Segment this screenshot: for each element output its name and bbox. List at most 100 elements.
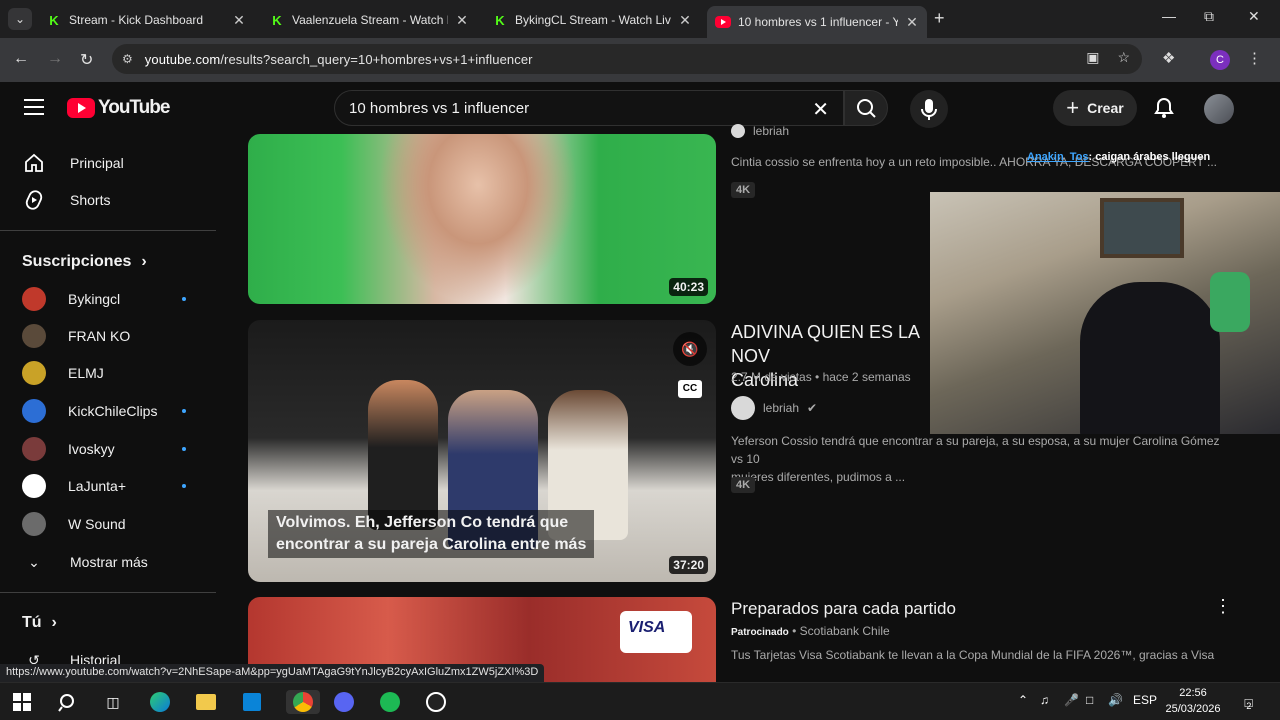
- browser-menu-icon[interactable]: ⋮: [1247, 49, 1262, 67]
- youtube-play-icon: [67, 98, 95, 118]
- link-preview-status: https://www.youtube.com/watch?v=2NhESape…: [0, 664, 545, 682]
- headset-icon[interactable]: ♫: [1040, 693, 1049, 707]
- subscription-ivoskyy[interactable]: Ivoskyy: [12, 431, 202, 467]
- site-info-icon[interactable]: ⚙: [122, 52, 133, 66]
- volume-icon[interactable]: 🔊: [1108, 693, 1123, 707]
- video-channel-row[interactable]: lebriah: [731, 124, 789, 138]
- webcam-overlay: [930, 192, 1280, 434]
- task-view-icon[interactable]: ◫: [101, 690, 125, 714]
- tab-bykingcl-stream[interactable]: K BykingCL Stream - Watch Live o ✕: [484, 6, 700, 34]
- mute-icon[interactable]: 🔇: [673, 332, 707, 366]
- close-tab-icon[interactable]: ✕: [232, 12, 246, 29]
- search-icon[interactable]: [56, 690, 80, 714]
- new-content-dot: [182, 409, 186, 413]
- back-icon[interactable]: ←: [13, 50, 29, 68]
- file-explorer-icon[interactable]: [194, 690, 218, 714]
- microphone-icon[interactable]: 🎤: [1064, 693, 1079, 707]
- language-indicator[interactable]: ESP: [1133, 693, 1157, 707]
- system-clock[interactable]: 22:56 25/03/2026: [1164, 685, 1222, 717]
- forward-icon[interactable]: →: [47, 50, 63, 68]
- notification-center-icon[interactable]: □ 2: [1236, 690, 1260, 714]
- show-hidden-icons-icon[interactable]: ⌃: [1018, 693, 1028, 707]
- tab-title: 10 hombres vs 1 influencer - Yo: [738, 15, 898, 29]
- windows-taskbar: ◫ ⌃ ♫ 🎤 □ 🔊 ESP 22:56 25/03/2026 □ 2: [0, 682, 1280, 720]
- show-more-button[interactable]: ⌄ Mostrar más: [12, 543, 216, 581]
- youtube-header: YouTube 10 hombres vs 1 influencer ✕ + C…: [0, 82, 1280, 134]
- channel-avatar: [22, 399, 46, 423]
- address-bar[interactable]: ⚙ youtube.com/results?search_query=10+ho…: [112, 44, 1142, 74]
- you-section-header[interactable]: Tú ›: [22, 614, 57, 632]
- url-text: youtube.com/results?search_query=10+homb…: [144, 51, 533, 67]
- obs-icon[interactable]: [424, 690, 448, 714]
- background-object: [1210, 272, 1250, 332]
- kick-icon: K: [495, 12, 505, 28]
- voice-search-button[interactable]: [910, 90, 948, 128]
- home-icon: [25, 153, 43, 172]
- subscription-elmj[interactable]: ELMJ: [12, 355, 202, 391]
- ad-title[interactable]: Preparados para cada partido: [731, 597, 956, 621]
- subscription-fran-ko[interactable]: FRAN KO: [12, 318, 202, 354]
- spotify-icon[interactable]: [378, 690, 402, 714]
- divider: [0, 230, 216, 231]
- more-options-icon[interactable]: ⋮: [1214, 596, 1232, 617]
- windows-start-icon[interactable]: [10, 690, 34, 714]
- extensions-icon[interactable]: ❖: [1162, 49, 1175, 67]
- streamer-figure: [1080, 282, 1220, 434]
- subscription-lajunta[interactable]: LaJunta+: [12, 468, 202, 504]
- tab-youtube-search[interactable]: 10 hombres vs 1 influencer - Yo ✕: [707, 6, 927, 38]
- sidebar-item-principal[interactable]: Principal: [12, 144, 216, 182]
- tab-title: Vaalenzuela Stream - Watch Liv: [292, 13, 448, 27]
- subscription-w-sound[interactable]: W Sound: [12, 506, 202, 542]
- video-duration: 37:20: [669, 556, 708, 574]
- channel-avatar: [731, 396, 755, 420]
- tab-title: Stream - Kick Dashboard: [69, 13, 204, 27]
- shorts-icon: [25, 190, 43, 210]
- browser-profile-avatar[interactable]: C: [1210, 50, 1230, 70]
- discord-icon[interactable]: [332, 690, 356, 714]
- subscription-kickchileclips[interactable]: KickChileClips: [12, 393, 202, 429]
- channel-avatar: [22, 512, 46, 536]
- chevron-down-icon: ⌄: [28, 553, 40, 570]
- visa-logo: VISA: [620, 611, 692, 653]
- captions-icon[interactable]: CC: [678, 380, 702, 398]
- ad-description: Tus Tarjetas Visa Scotiabank te llevan a…: [731, 648, 1215, 662]
- clear-search-icon[interactable]: ✕: [812, 97, 829, 122]
- close-tab-icon[interactable]: ✕: [678, 12, 692, 29]
- new-content-dot: [182, 447, 186, 451]
- search-input[interactable]: 10 hombres vs 1 influencer ✕: [334, 90, 844, 126]
- menu-icon[interactable]: [24, 99, 44, 120]
- search-icon: [857, 99, 876, 118]
- video-thumbnail[interactable]: 40:23: [248, 134, 716, 304]
- install-app-icon[interactable]: ▣: [1086, 49, 1099, 66]
- microsoft-store-icon[interactable]: [240, 690, 264, 714]
- youtube-logo[interactable]: YouTube: [67, 97, 170, 119]
- tab-kick-dashboard[interactable]: K Stream - Kick Dashboard ✕: [38, 6, 254, 34]
- subscription-bykingcl[interactable]: Bykingcl: [12, 281, 202, 317]
- chrome-icon[interactable]: [286, 690, 320, 714]
- new-content-dot: [182, 297, 186, 301]
- video-description: Yeferson Cossio tendrá que encontrar a s…: [731, 434, 1220, 484]
- bookmark-star-icon[interactable]: ☆: [1117, 49, 1130, 66]
- network-icon[interactable]: □: [1086, 693, 1093, 707]
- account-avatar[interactable]: [1204, 94, 1234, 124]
- close-tab-icon[interactable]: ✕: [455, 12, 469, 29]
- video-thumbnail-preview[interactable]: 🔇 CC Volvimos. Eh, Jefferson Co tendrá q…: [248, 320, 716, 582]
- restore-icon[interactable]: ⧉: [1204, 8, 1214, 25]
- video-channel-row[interactable]: lebriah ✔: [731, 396, 817, 420]
- close-window-icon[interactable]: ✕: [1248, 8, 1260, 25]
- sidebar-item-shorts[interactable]: Shorts: [12, 181, 216, 219]
- close-tab-icon[interactable]: ✕: [905, 14, 919, 31]
- tab-search-button[interactable]: ⌄: [8, 8, 32, 30]
- new-tab-button[interactable]: +: [934, 8, 945, 29]
- screen: { "browser": { "tabs": [ {"title": "Stre…: [0, 0, 1280, 720]
- tab-vaalenzuela-stream[interactable]: K Vaalenzuela Stream - Watch Liv ✕: [261, 6, 477, 34]
- minimize-icon[interactable]: —: [1162, 8, 1176, 24]
- notifications-bell-icon[interactable]: [1152, 96, 1176, 120]
- edge-icon[interactable]: [148, 690, 172, 714]
- subscriptions-header[interactable]: Suscripciones ›: [22, 253, 147, 271]
- create-button[interactable]: + Crear: [1053, 90, 1137, 126]
- search-button[interactable]: [844, 90, 888, 126]
- reload-icon[interactable]: ↻: [80, 50, 93, 70]
- browser-toolbar: ← → ↻ ⚙ youtube.com/results?search_query…: [0, 38, 1280, 82]
- ad-meta: Patrocinado • Scotiabank Chile: [731, 624, 890, 638]
